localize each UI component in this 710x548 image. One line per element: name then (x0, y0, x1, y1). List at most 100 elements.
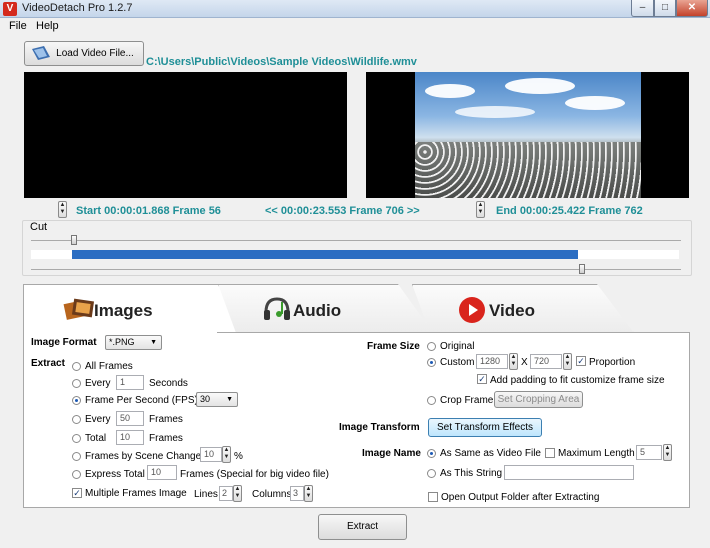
audio-icon (264, 297, 290, 320)
fps-label: Frame Per Second (FPS) (85, 395, 198, 406)
image-format-select[interactable]: *.PNG ▼ (105, 335, 162, 350)
selection-range-fill (72, 250, 578, 259)
every-label: Every (85, 378, 111, 389)
radio-every-seconds[interactable] (72, 379, 81, 388)
maximum-length-checkbox[interactable] (545, 448, 555, 458)
scene-change-input[interactable]: 10 (200, 447, 222, 462)
columns-label: Columns (252, 489, 292, 500)
minimize-button[interactable]: – (631, 0, 654, 17)
end-slider-thumb[interactable] (579, 264, 586, 274)
height-input[interactable]: 720 (530, 354, 562, 369)
maximum-length-stepper[interactable]: ▲ ▼ (663, 444, 672, 461)
lines-input[interactable]: 2 (219, 486, 233, 501)
open-output-folder-label: Open Output Folder after Extracting (441, 492, 600, 503)
maximize-button[interactable]: □ (654, 0, 676, 17)
crop-frame-label: Crop Frame (440, 395, 494, 406)
fps-select[interactable]: 30 ▼ (196, 392, 238, 407)
start-slider-track[interactable] (31, 240, 681, 241)
close-button[interactable]: ✕ (676, 0, 708, 17)
image-name-label: Image Name (362, 448, 421, 459)
radio-scene-change[interactable] (72, 452, 81, 461)
frames-label: Frames (149, 414, 183, 425)
images-icon (63, 298, 95, 320)
app-icon: V (3, 2, 17, 16)
multiple-frames-checkbox[interactable]: ✓ (72, 488, 82, 498)
express-total-input[interactable]: 10 (147, 465, 177, 480)
custom-label: Custom (440, 357, 475, 368)
width-stepper[interactable]: ▲ ▼ (509, 353, 518, 370)
maximum-length-label: Maximum Length (558, 448, 635, 459)
radio-every-frames[interactable] (72, 415, 81, 424)
express-total-label: Express Total (85, 469, 145, 480)
columns-stepper[interactable]: ▲ ▼ (304, 485, 313, 502)
seconds-label: Seconds (149, 378, 188, 389)
columns-input[interactable]: 3 (290, 486, 304, 501)
same-as-video-label: As Same as Video File (440, 448, 541, 459)
extract-button[interactable]: Extract (318, 514, 407, 540)
tab-video-label: Video (489, 301, 535, 320)
chevron-down-icon: ▼ (226, 396, 233, 403)
open-output-folder-checkbox[interactable] (428, 492, 438, 502)
add-padding-label: Add padding to fit customize frame size (490, 375, 665, 386)
every-frames-input[interactable]: 50 (116, 411, 144, 426)
menu-file[interactable]: File (9, 20, 27, 32)
radio-total[interactable] (72, 434, 81, 443)
frame-image (415, 72, 641, 198)
lines-stepper[interactable]: ▲ ▼ (233, 485, 242, 502)
frame-size-label: Frame Size (367, 341, 420, 352)
scene-change-stepper[interactable]: ▲ ▼ (222, 446, 231, 463)
start-slider-thumb[interactable] (70, 235, 77, 245)
start-frame-stepper[interactable]: ▲ ▼ (58, 201, 67, 218)
total-label: Total (85, 433, 107, 444)
custom-string-input[interactable] (504, 465, 634, 480)
window-title: VideoDetach Pro 1.2.7 (22, 2, 133, 14)
file-path-label: C:\Users\Public\Videos\Sample Videos\Wil… (146, 56, 417, 68)
total-frames-label: Frames (149, 433, 183, 444)
cut-group (22, 220, 692, 276)
lines-label: Lines (194, 489, 218, 500)
duration-label: << 00:00:23.553 Frame 706 >> (265, 205, 420, 217)
radio-as-this-string[interactable] (427, 469, 436, 478)
image-format-value: *.PNG (109, 337, 135, 347)
fps-value: 30 (200, 394, 211, 404)
video-play-icon (459, 297, 485, 323)
image-format-label: Image Format (31, 337, 97, 348)
end-frame-preview (366, 72, 689, 198)
as-this-string-label: As This String (440, 468, 503, 479)
radio-fps[interactable] (72, 396, 81, 405)
original-label: Original (440, 341, 475, 352)
start-time-label: Start 00:00:01.868 Frame 56 (76, 205, 221, 217)
multiple-frames-label: Multiple Frames Image (85, 488, 187, 499)
radio-all-frames[interactable] (72, 362, 81, 371)
all-frames-label: All Frames (85, 361, 133, 372)
cut-label: Cut (30, 221, 48, 233)
maximum-length-input[interactable]: 5 (636, 445, 662, 460)
scene-change-label: Frames by Scene Change (85, 451, 202, 462)
extract-label: Extract (31, 358, 65, 369)
express-note: Frames (Special for big video file) (180, 469, 329, 480)
radio-custom[interactable] (427, 358, 436, 367)
image-transform-label: Image Transform (339, 422, 420, 433)
chevron-down-icon: ▼ (150, 339, 157, 346)
every-frames-label: Every (85, 414, 111, 425)
radio-express-total[interactable] (72, 470, 81, 479)
width-input[interactable]: 1280 (476, 354, 508, 369)
x-label: X (521, 357, 528, 368)
every-seconds-input[interactable]: 1 (116, 375, 144, 390)
height-stepper[interactable]: ▲ ▼ (563, 353, 572, 370)
radio-same-as-video[interactable] (427, 449, 436, 458)
set-cropping-area-button[interactable]: Set Cropping Area (494, 391, 583, 408)
add-padding-checkbox[interactable]: ✓ (477, 374, 487, 384)
set-transform-effects-button[interactable]: Set Transform Effects (428, 418, 542, 437)
video-file-icon (32, 46, 50, 60)
end-frame-stepper[interactable]: ▲ ▼ (476, 201, 485, 218)
radio-crop-frame[interactable] (427, 396, 436, 405)
tab-audio-label: Audio (293, 301, 342, 320)
proportion-label: Proportion (589, 357, 636, 368)
percent-label: % (234, 451, 243, 462)
total-input[interactable]: 10 (116, 430, 144, 445)
menu-help[interactable]: Help (36, 20, 59, 32)
radio-original[interactable] (427, 342, 436, 351)
start-frame-preview (24, 72, 347, 198)
proportion-checkbox[interactable]: ✓ (576, 356, 586, 366)
